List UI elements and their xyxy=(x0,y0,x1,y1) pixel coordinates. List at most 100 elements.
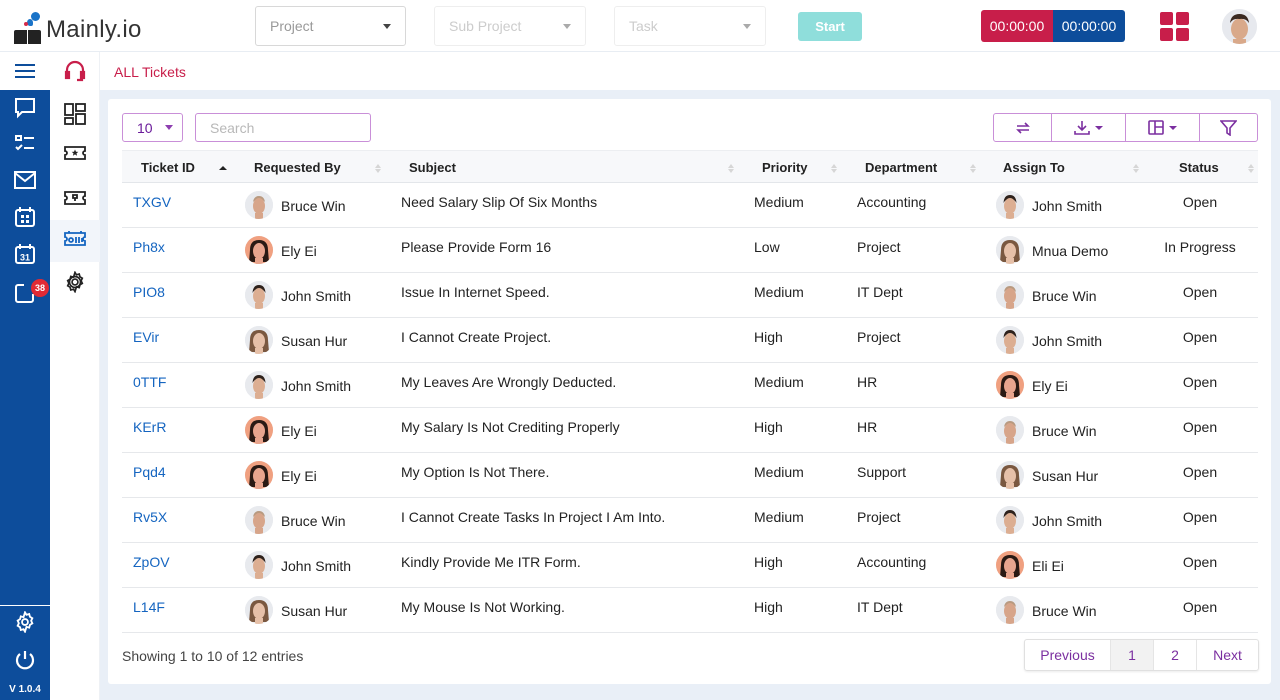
secondary-sidebar xyxy=(50,52,100,700)
ticket-id-link[interactable]: ZpOV xyxy=(133,554,170,570)
table-row[interactable]: TXGV Bruce Win Need Salary Slip Of Six M… xyxy=(122,183,1258,228)
requester-name: Ely Ei xyxy=(281,423,317,439)
table-row[interactable]: Rv5X Bruce Win I Cannot Create Tasks In … xyxy=(122,498,1258,543)
sidebar-item-mail[interactable] xyxy=(13,168,37,192)
sort-icon[interactable] xyxy=(831,164,839,174)
task-select[interactable]: Task xyxy=(614,6,766,46)
pagination-previous[interactable]: Previous xyxy=(1025,640,1111,670)
ticket-id-link[interactable]: Pqd4 xyxy=(133,464,166,480)
table-row[interactable]: Pqd4 Ely Ei My Option Is Not There. Medi… xyxy=(122,453,1258,498)
sidebar-item-chat[interactable] xyxy=(13,96,37,120)
download-button[interactable] xyxy=(1052,114,1126,141)
breadcrumb[interactable]: ALL Tickets xyxy=(114,64,186,80)
column-header-requested-by[interactable]: Requested By xyxy=(254,151,341,183)
avatar xyxy=(996,191,1024,219)
ticket-subject: Please Provide Form 16 xyxy=(401,239,552,255)
logo[interactable]: Mainly.io xyxy=(14,10,142,44)
table-row[interactable]: 0TTF John Smith My Leaves Are Wrongly De… xyxy=(122,363,1258,408)
column-header-status[interactable]: Status xyxy=(1179,151,1219,183)
sort-icon[interactable] xyxy=(1133,164,1141,174)
avatar xyxy=(245,371,273,399)
start-button[interactable]: Start xyxy=(798,12,862,41)
ticket-id-link[interactable]: L14F xyxy=(133,599,165,615)
tickets-card: 10 Ticket ID Requested B xyxy=(108,99,1271,684)
sort-asc-icon[interactable] xyxy=(219,164,227,174)
column-header-priority[interactable]: Priority xyxy=(762,151,808,183)
breadcrumb-bar: ALL Tickets xyxy=(100,52,1280,90)
assignee-name: Susan Hur xyxy=(1032,468,1099,484)
pagination-next[interactable]: Next xyxy=(1197,640,1258,670)
status-badge: Open xyxy=(1182,284,1218,300)
ticket-id-link[interactable]: TXGV xyxy=(133,194,171,210)
ticket-id-link[interactable]: Ph8x xyxy=(133,239,165,255)
ticket-priority: Low xyxy=(754,239,780,255)
sort-icon[interactable] xyxy=(970,164,978,174)
refresh-button[interactable] xyxy=(994,114,1052,141)
assign-to: John Smith xyxy=(996,326,1102,354)
subproject-select[interactable]: Sub Project xyxy=(434,6,586,46)
table-row[interactable]: ZpOV John Smith Kindly Provide Me ITR Fo… xyxy=(122,543,1258,588)
columns-button[interactable] xyxy=(1126,114,1200,141)
avatar xyxy=(996,281,1024,309)
table-toolbar xyxy=(993,113,1258,142)
filter-button[interactable] xyxy=(1200,114,1257,141)
table-row[interactable]: Ph8x Ely Ei Please Provide Form 16 Low P… xyxy=(122,228,1258,273)
page-length-select[interactable]: 10 xyxy=(122,113,183,142)
sidebar2-item-settings[interactable] xyxy=(63,270,87,294)
sidebar-item-tasks[interactable] xyxy=(13,132,37,156)
sort-icon[interactable] xyxy=(1248,164,1256,174)
entries-info: Showing 1 to 10 of 12 entries xyxy=(122,648,304,664)
avatar xyxy=(245,461,273,489)
ticket-subject: My Option Is Not There. xyxy=(401,464,550,480)
sidebar2-item-tickets-starred[interactable] xyxy=(63,141,87,165)
sidebar-item-logout[interactable] xyxy=(13,648,37,672)
pagination-page-1[interactable]: 1 xyxy=(1111,640,1154,670)
avatar xyxy=(245,596,273,624)
user-avatar[interactable] xyxy=(1222,9,1257,44)
sidebar-item-settings[interactable] xyxy=(13,610,37,634)
sidebar2-item-tickets[interactable] xyxy=(63,186,87,210)
project-select[interactable]: Project xyxy=(255,6,406,46)
ticket-id-link[interactable]: PIO8 xyxy=(133,284,165,300)
chevron-down-icon xyxy=(383,23,391,29)
table-row[interactable]: EVir Susan Hur I Cannot Create Project. … xyxy=(122,318,1258,363)
ticket-subject: My Mouse Is Not Working. xyxy=(401,599,565,615)
ticket-subject: Issue In Internet Speed. xyxy=(401,284,550,300)
sidebar2-item-helpdesk[interactable] xyxy=(63,60,87,84)
ticket-id-link[interactable]: EVir xyxy=(133,329,159,345)
search-input[interactable] xyxy=(195,113,371,142)
column-header-assign-to[interactable]: Assign To xyxy=(1003,151,1065,183)
pagination-page-2[interactable]: 2 xyxy=(1154,640,1197,670)
ticket-id-link[interactable]: KErR xyxy=(133,419,166,435)
column-header-ticket-id[interactable]: Ticket ID xyxy=(141,151,195,183)
requester-name: John Smith xyxy=(281,558,352,574)
table-row[interactable]: PIO8 John Smith Issue In Internet Speed.… xyxy=(122,273,1258,318)
ticket-department: IT Dept xyxy=(857,599,903,615)
assign-to: John Smith xyxy=(996,506,1102,534)
table-row[interactable]: KErR Ely Ei My Salary Is Not Crediting P… xyxy=(122,408,1258,453)
assignee-name: John Smith xyxy=(1032,333,1103,349)
sidebar2-item-dashboard[interactable] xyxy=(63,102,87,126)
sidebar2-item-all-tickets[interactable] xyxy=(63,228,87,252)
sort-icon[interactable] xyxy=(728,164,736,174)
assign-to: Bruce Win xyxy=(996,416,1097,444)
requested-by: Ely Ei xyxy=(245,416,317,444)
column-header-department[interactable]: Department xyxy=(865,151,937,183)
sidebar-item-calendar-day[interactable]: 31 xyxy=(13,242,37,266)
assign-to: Mnua Demo xyxy=(996,236,1108,264)
ticket-department: Accounting xyxy=(857,194,927,210)
avatar xyxy=(245,506,273,534)
apps-grid-icon[interactable] xyxy=(1160,12,1189,41)
ticket-subject: My Salary Is Not Crediting Properly xyxy=(401,419,620,435)
column-header-subject[interactable]: Subject xyxy=(409,151,456,183)
requester-name: John Smith xyxy=(281,288,352,304)
main-content: ALL Tickets 10 Ticket I xyxy=(100,52,1280,700)
ticket-priority: Medium xyxy=(754,284,804,300)
ticket-id-link[interactable]: 0TTF xyxy=(133,374,166,390)
menu-toggle[interactable] xyxy=(0,52,50,90)
sidebar-item-calendar[interactable] xyxy=(13,205,37,229)
table-row[interactable]: L14F Susan Hur My Mouse Is Not Working. … xyxy=(122,588,1258,633)
sort-icon[interactable] xyxy=(375,164,383,174)
ticket-icon xyxy=(64,191,86,205)
ticket-id-link[interactable]: Rv5X xyxy=(133,509,167,525)
